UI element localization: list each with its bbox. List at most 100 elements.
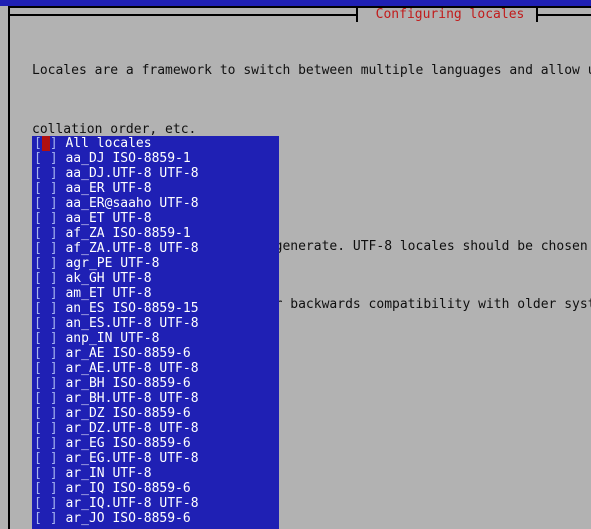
locale-list-item[interactable]: [ ] All locales: [32, 136, 279, 151]
checkbox-bracket-close: ]: [49, 346, 58, 361]
checkbox-bracket-close: ]: [49, 361, 58, 376]
locale-list-item-label: af_ZA ISO-8859-1: [57, 226, 191, 241]
locale-list-item-label: agr_PE UTF-8: [57, 256, 160, 271]
titlebar-rule-left: [10, 14, 356, 16]
checkbox-cursor[interactable]: [41, 136, 50, 151]
locale-list-item[interactable]: [ ] ar_AE ISO-8859-6: [32, 346, 279, 361]
checkbox-cell[interactable]: [42, 496, 50, 511]
description-line-1: Locales are a framework to switch betwee…: [32, 63, 591, 78]
checkbox-cell[interactable]: [42, 316, 50, 331]
checkbox-bracket-close: ]: [49, 301, 58, 316]
checkbox-bracket-open: [: [34, 136, 42, 151]
locale-list-item[interactable]: [ ] ar_JO ISO-8859-6: [32, 511, 279, 526]
locale-list-item[interactable]: [ ] af_ZA.UTF-8 UTF-8: [32, 241, 279, 256]
locale-list-item-label: ar_BH.UTF-8 UTF-8: [57, 391, 199, 406]
checkbox-cell[interactable]: [42, 376, 50, 391]
checkbox-cell[interactable]: [42, 391, 50, 406]
checkbox-cell[interactable]: [42, 286, 50, 301]
locale-list-item[interactable]: [ ] aa_ER UTF-8: [32, 181, 279, 196]
locale-list-item[interactable]: [ ] aa_ET UTF-8: [32, 211, 279, 226]
locale-list-item[interactable]: [ ] agr_PE UTF-8: [32, 256, 279, 271]
locale-list-item[interactable]: [ ] ar_BH ISO-8859-6: [32, 376, 279, 391]
titlebar-tick-left: [356, 8, 358, 22]
locale-list-item[interactable]: [ ] ar_IQ ISO-8859-6: [32, 481, 279, 496]
locale-list-item[interactable]: [ ] af_ZA ISO-8859-1: [32, 226, 279, 241]
checkbox-bracket-close: ]: [49, 331, 58, 346]
locale-list-item-label: an_ES ISO-8859-15: [57, 301, 199, 316]
checkbox-bracket-open: [: [34, 241, 42, 256]
locale-list-item[interactable]: [ ] ar_AE.UTF-8 UTF-8: [32, 361, 279, 376]
checkbox-cell[interactable]: [42, 466, 50, 481]
locale-list-item-label: ar_AE ISO-8859-6: [57, 346, 191, 361]
titlebar-rule-right: [538, 14, 591, 16]
checkbox-cell[interactable]: [42, 331, 50, 346]
checkbox-cell[interactable]: [42, 166, 50, 181]
checkbox-bracket-open: [: [34, 451, 42, 466]
locale-list-item[interactable]: [ ] ar_IN UTF-8: [32, 466, 279, 481]
locale-list-item-label: aa_ER UTF-8: [57, 181, 152, 196]
locale-list-item-label: aa_DJ ISO-8859-1: [57, 151, 191, 166]
locale-list-item[interactable]: [ ] ar_DZ.UTF-8 UTF-8: [32, 421, 279, 436]
locale-list-item[interactable]: [ ] an_ES ISO-8859-15: [32, 301, 279, 316]
checkbox-bracket-open: [: [34, 436, 42, 451]
locale-list-item[interactable]: [ ] ar_BH.UTF-8 UTF-8: [32, 391, 279, 406]
checkbox-cell[interactable]: [42, 421, 50, 436]
locale-list-item[interactable]: [ ] ar_EG.UTF-8 UTF-8: [32, 451, 279, 466]
checkbox-bracket-open: [: [34, 151, 42, 166]
locale-list-item[interactable]: [ ] anp_IN UTF-8: [32, 331, 279, 346]
checkbox-bracket-close: ]: [49, 391, 58, 406]
checkbox-bracket-close: ]: [49, 511, 58, 526]
checkbox-cell[interactable]: [42, 256, 50, 271]
locale-list-item[interactable]: [ ] am_ET UTF-8: [32, 286, 279, 301]
checkbox-cell[interactable]: [42, 451, 50, 466]
locale-list-item-label: ak_GH UTF-8: [57, 271, 152, 286]
checkbox-bracket-open: [: [34, 376, 42, 391]
locale-list-item-label: All locales: [57, 136, 152, 151]
checkbox-cell[interactable]: [42, 436, 50, 451]
checkbox-bracket-open: [: [34, 301, 42, 316]
checkbox-bracket-close: ]: [49, 241, 58, 256]
checkbox-cell[interactable]: [42, 196, 50, 211]
checkbox-bracket-close: ]: [49, 151, 58, 166]
checkbox-cell[interactable]: [42, 226, 50, 241]
checkbox-bracket-open: [: [34, 481, 42, 496]
checkbox-cell[interactable]: [42, 406, 50, 421]
locale-checklist[interactable]: [ ] All locales[ ] aa_DJ ISO-8859-1[ ] a…: [32, 136, 279, 529]
checkbox-cell[interactable]: [42, 151, 50, 166]
locale-list-item-label: af_ZA.UTF-8 UTF-8: [57, 241, 199, 256]
checkbox-cell[interactable]: [42, 346, 50, 361]
checkbox-cell[interactable]: [42, 211, 50, 226]
locale-list-item[interactable]: [ ] ar_IQ.UTF-8 UTF-8: [32, 496, 279, 511]
terminal-screen: File Edit View Screenshot [24] - *Select…: [0, 0, 591, 529]
locale-list-item[interactable]: [ ] ar_DZ ISO-8859-6: [32, 406, 279, 421]
checkbox-bracket-open: [: [34, 211, 42, 226]
locale-list-item[interactable]: [ ] ak_GH UTF-8: [32, 271, 279, 286]
checkbox-cell[interactable]: [42, 481, 50, 496]
locale-list-item[interactable]: [ ] aa_DJ ISO-8859-1: [32, 151, 279, 166]
checkbox-cell[interactable]: [42, 511, 50, 526]
checkbox-bracket-close: ]: [49, 181, 58, 196]
checkbox-bracket-open: [: [34, 256, 42, 271]
checkbox-bracket-open: [: [34, 181, 42, 196]
locale-list-item-label: ar_DZ.UTF-8 UTF-8: [57, 421, 199, 436]
checkbox-bracket-close: ]: [49, 466, 58, 481]
checkbox-cell[interactable]: [42, 271, 50, 286]
locale-list-item-label: am_ET UTF-8: [57, 286, 152, 301]
checkbox-cell[interactable]: [42, 241, 50, 256]
checkbox-bracket-close: ]: [49, 406, 58, 421]
locale-list-item-label: ar_EG ISO-8859-6: [57, 436, 191, 451]
locale-list-item[interactable]: [ ] an_ES.UTF-8 UTF-8: [32, 316, 279, 331]
checkbox-cell[interactable]: [42, 361, 50, 376]
checkbox-bracket-close: ]: [49, 496, 58, 511]
locale-list-item-label: aa_DJ.UTF-8 UTF-8: [57, 166, 199, 181]
locale-list-item[interactable]: [ ] ar_EG ISO-8859-6: [32, 436, 279, 451]
checkbox-bracket-close: ]: [49, 286, 58, 301]
checkbox-bracket-close: ]: [49, 196, 58, 211]
locale-list-item-label: ar_JO ISO-8859-6: [57, 511, 191, 526]
checkbox-cell[interactable]: [42, 181, 50, 196]
locale-list-item[interactable]: [ ] aa_DJ.UTF-8 UTF-8: [32, 166, 279, 181]
locale-list-item-label: ar_EG.UTF-8 UTF-8: [57, 451, 199, 466]
checkbox-bracket-open: [: [34, 496, 42, 511]
locale-list-item[interactable]: [ ] aa_ER@saaho UTF-8: [32, 196, 279, 211]
checkbox-cell[interactable]: [42, 301, 50, 316]
